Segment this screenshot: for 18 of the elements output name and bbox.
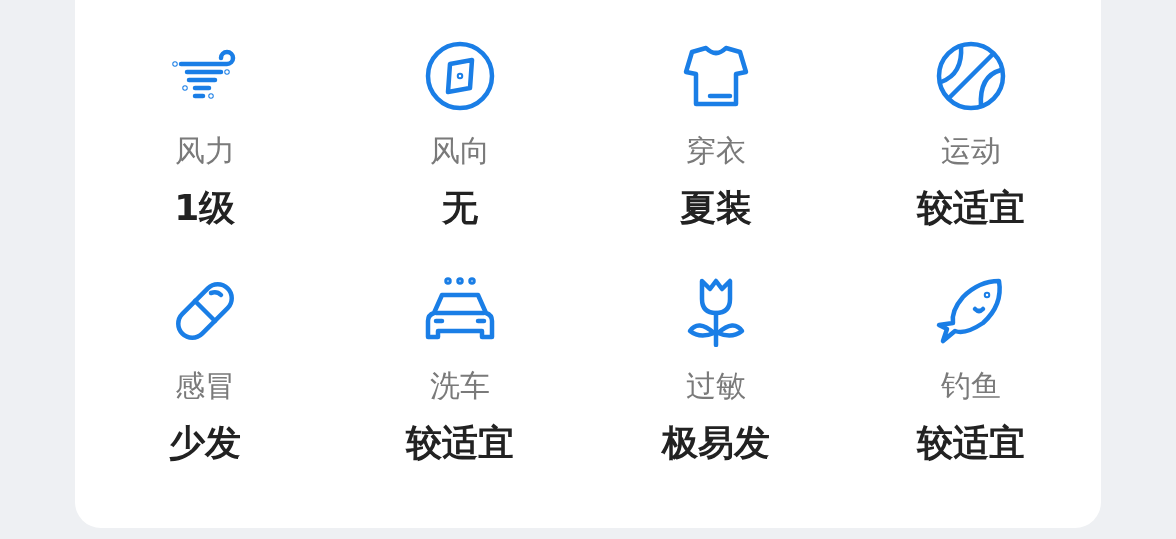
index-value: 较适宜 bbox=[406, 423, 515, 463]
index-label: 风力 bbox=[174, 134, 235, 168]
index-label: 运动 bbox=[941, 134, 1002, 168]
index-label: 风向 bbox=[430, 134, 491, 168]
index-label: 钓鱼 bbox=[941, 369, 1002, 403]
ball-icon bbox=[935, 40, 1008, 112]
index-value: 较适宜 bbox=[917, 423, 1026, 463]
index-label: 穿衣 bbox=[685, 134, 746, 168]
index-value: 少发 bbox=[168, 423, 241, 463]
index-label: 洗车 bbox=[430, 369, 491, 403]
index-value: 较适宜 bbox=[917, 188, 1026, 228]
index-value: 极易发 bbox=[661, 423, 770, 463]
compass-icon bbox=[424, 40, 497, 112]
index-value: 夏装 bbox=[679, 188, 752, 228]
index-label: 感冒 bbox=[174, 369, 235, 403]
index-value: 1级 bbox=[174, 188, 236, 228]
index-value: 无 bbox=[442, 188, 479, 228]
index-label: 过敏 bbox=[685, 369, 746, 403]
